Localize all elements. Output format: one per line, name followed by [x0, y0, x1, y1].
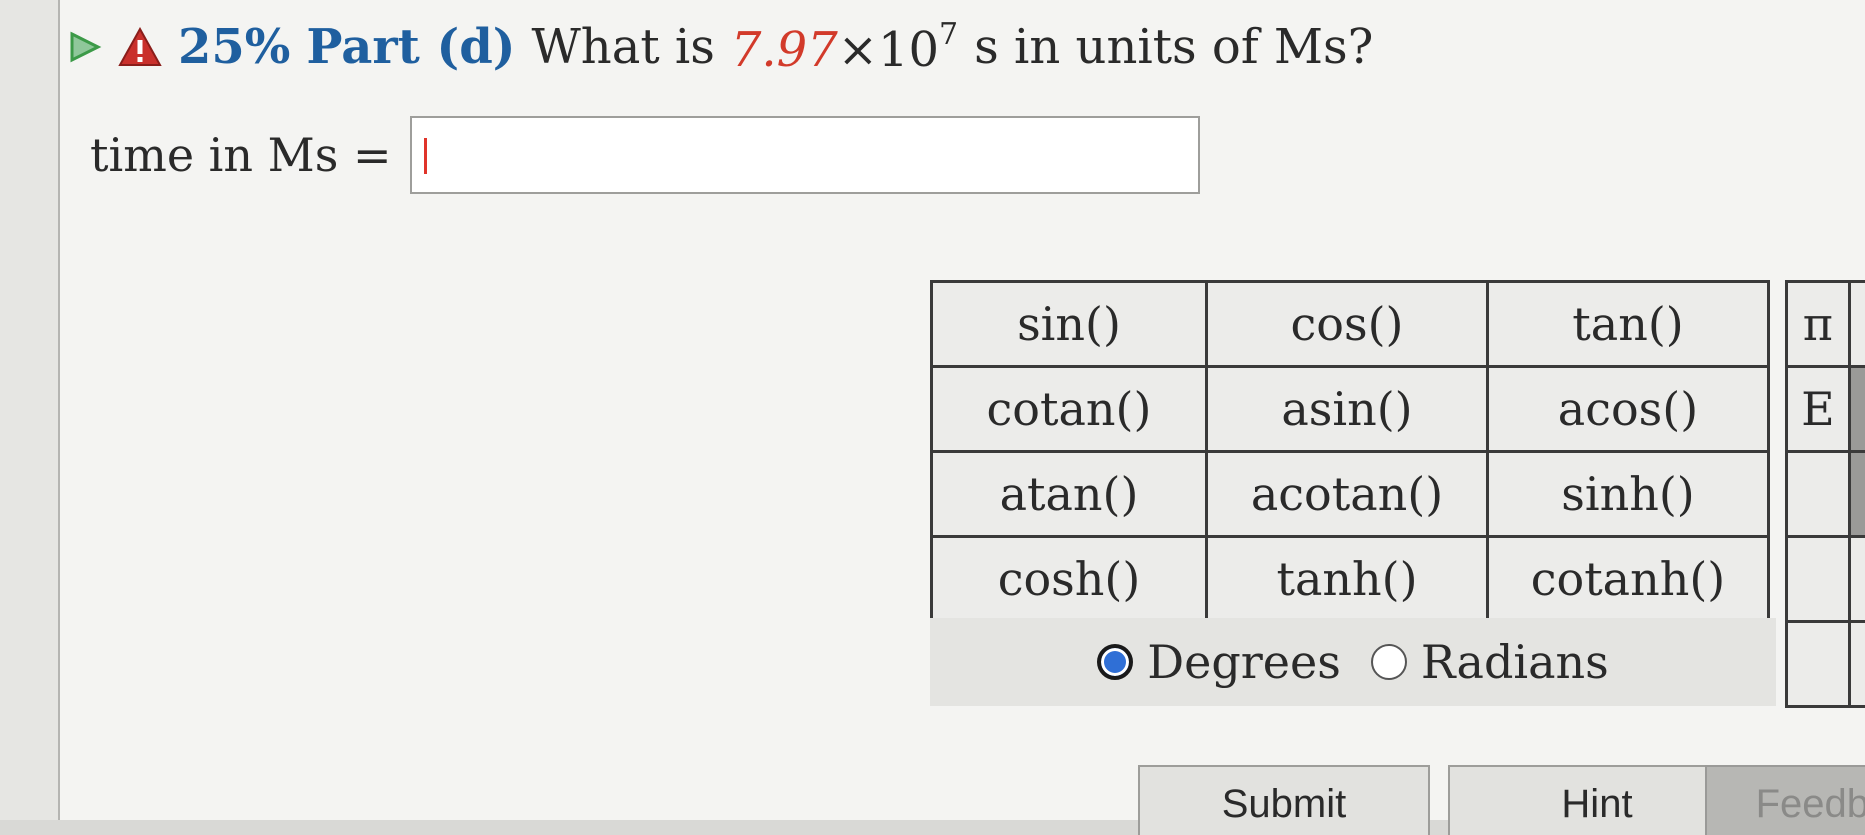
fn-button-sinh[interactable]: sinh() [1488, 452, 1769, 537]
number-exponent: 7 [939, 17, 958, 52]
keypad-edge [1849, 282, 1865, 367]
play-icon[interactable] [68, 30, 102, 64]
constant-row [1787, 537, 1865, 622]
fn-button-cotanh[interactable]: cotanh() [1488, 537, 1769, 622]
left-rail [0, 0, 59, 820]
constant-row [1787, 622, 1865, 707]
hint-button[interactable]: Hint [1448, 765, 1746, 835]
constant-row: E [1787, 367, 1865, 452]
angle-mode-selector: Degrees Radians [930, 618, 1776, 706]
keypad-edge [1849, 622, 1865, 707]
question-prefix: What is [531, 19, 714, 75]
fn-button-cosh[interactable]: cosh() [932, 537, 1207, 622]
fn-button-cos[interactable]: cos() [1207, 282, 1488, 367]
answer-row: time in Ms = [90, 110, 1200, 200]
const-button-pi[interactable]: π [1787, 282, 1850, 367]
function-keypad: sin() cos() tan() cotan() asin() acos() … [930, 280, 1770, 623]
const-button-blank-1[interactable] [1787, 452, 1850, 537]
question-number: 7.97×107 [731, 17, 958, 78]
feedback-button[interactable]: Feedb [1705, 765, 1865, 835]
fn-button-acotan[interactable]: acotan() [1207, 452, 1488, 537]
warning-icon [118, 27, 162, 67]
radio-degrees-dot[interactable] [1097, 644, 1133, 680]
part-percent: 25% [178, 19, 290, 75]
function-row: cosh() tanh() cotanh() [932, 537, 1769, 622]
keypad-edge [1849, 537, 1865, 622]
function-row: atan() acotan() sinh() [932, 452, 1769, 537]
const-button-e[interactable]: E [1787, 367, 1850, 452]
function-grid: sin() cos() tan() cotan() asin() acos() … [930, 280, 1770, 623]
function-row: cotan() asin() acos() [932, 367, 1769, 452]
fn-button-sin[interactable]: sin() [932, 282, 1207, 367]
part-label: Part (d) [306, 19, 515, 75]
answer-label: time in Ms = [90, 128, 392, 182]
fn-button-asin[interactable]: asin() [1207, 367, 1488, 452]
fn-button-acos[interactable]: acos() [1488, 367, 1769, 452]
const-button-blank-3[interactable] [1787, 622, 1850, 707]
fn-button-tanh[interactable]: tanh() [1207, 537, 1488, 622]
constant-grid: π E [1785, 280, 1865, 708]
radio-degrees-label: Degrees [1147, 635, 1341, 689]
question-header: 25% Part (d) What is 7.97×107 s in units… [68, 12, 1373, 82]
radio-radians[interactable]: Radians [1371, 635, 1609, 689]
constant-keypad: π E [1785, 280, 1865, 708]
radio-radians-label: Radians [1421, 635, 1609, 689]
problem-page: 25% Part (d) What is 7.97×107 s in units… [58, 0, 1865, 820]
number-times: ×10 [838, 22, 939, 78]
answer-input-wrap [410, 116, 1200, 194]
submit-button[interactable]: Submit [1138, 765, 1430, 835]
fn-button-atan[interactable]: atan() [932, 452, 1207, 537]
fn-button-tan[interactable]: tan() [1488, 282, 1769, 367]
number-mantissa: 7.97 [731, 22, 838, 78]
answer-input[interactable] [410, 116, 1200, 194]
text-caret [424, 138, 427, 174]
fn-button-cotan[interactable]: cotan() [932, 367, 1207, 452]
const-button-blank-2[interactable] [1787, 537, 1850, 622]
function-row: sin() cos() tan() [932, 282, 1769, 367]
radio-radians-dot[interactable] [1371, 644, 1407, 680]
radio-degrees[interactable]: Degrees [1097, 635, 1341, 689]
constant-row: π [1787, 282, 1865, 367]
keypad-edge [1849, 452, 1865, 537]
keypad-edge [1849, 367, 1865, 452]
constant-row [1787, 452, 1865, 537]
question-suffix: s in units of Ms? [974, 19, 1373, 75]
